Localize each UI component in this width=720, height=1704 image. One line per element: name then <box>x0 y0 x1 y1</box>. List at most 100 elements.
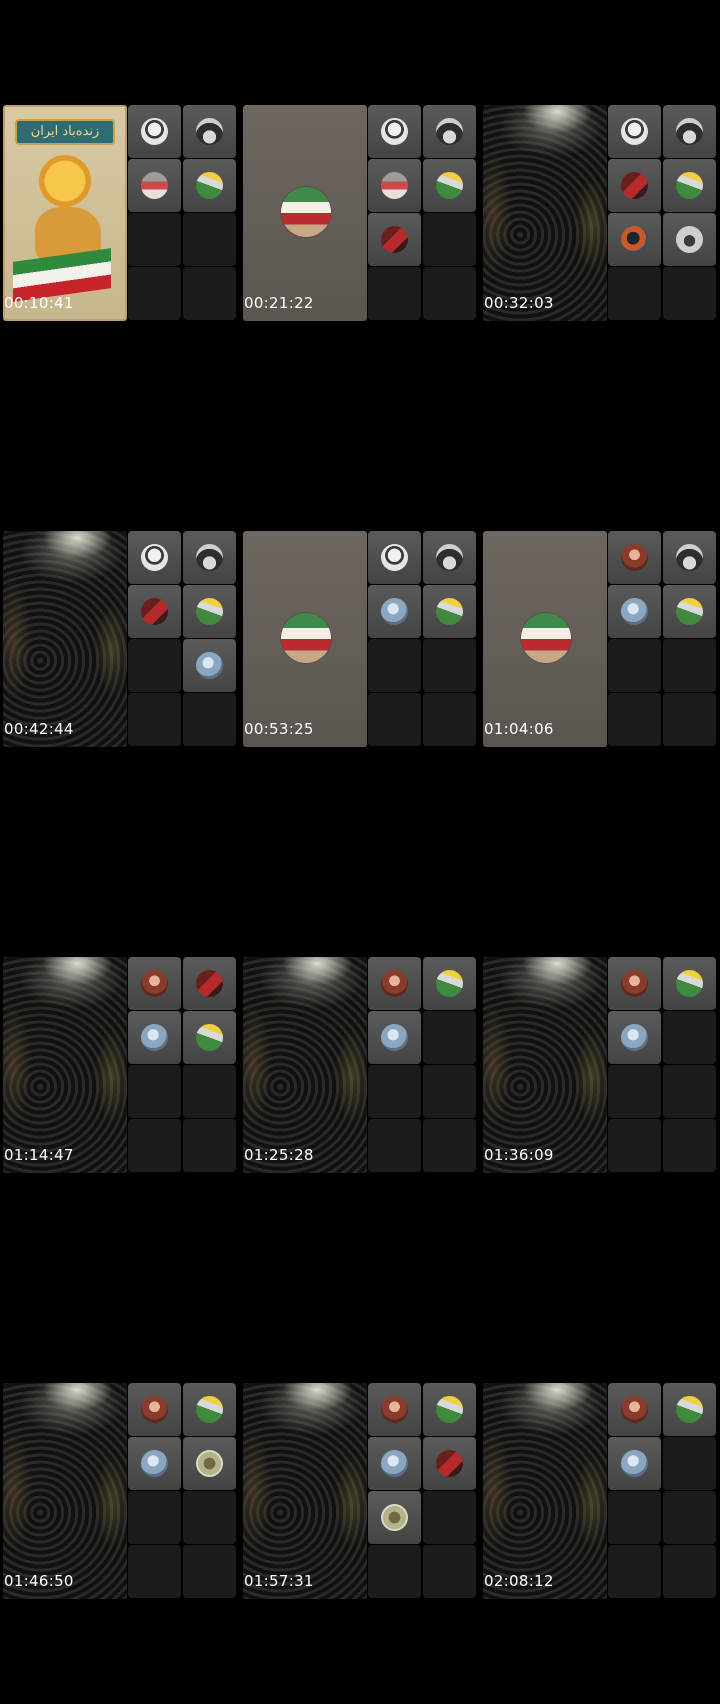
participant-tile[interactable] <box>128 531 181 584</box>
globe-avatar-icon <box>621 598 648 625</box>
participant-tile[interactable] <box>608 159 661 212</box>
timestamp-label: 00:53:25 <box>244 720 314 738</box>
participant-tile[interactable] <box>128 957 181 1010</box>
participant-tile[interactable] <box>368 1011 421 1064</box>
woman-sketch-avatar-icon <box>621 118 648 145</box>
main-video-flag-avatar <box>243 531 367 747</box>
participant-tile[interactable] <box>608 213 661 266</box>
frame-thumbnail[interactable]: 00:21:22 <box>240 0 480 426</box>
timestamp-label: 01:04:06 <box>484 720 554 738</box>
red-flag-avatar-icon <box>196 970 223 997</box>
globe-avatar-icon <box>621 1450 648 1477</box>
flag-avatar-icon <box>281 187 331 237</box>
woman-red-avatar-icon <box>141 1396 168 1423</box>
participant-tile[interactable] <box>663 957 716 1010</box>
empty-tile <box>128 213 181 266</box>
participant-tile[interactable] <box>128 159 181 212</box>
participant-tile[interactable] <box>423 585 476 638</box>
empty-tile <box>128 1065 181 1118</box>
participant-tile[interactable] <box>608 1011 661 1064</box>
participant-tile[interactable] <box>423 105 476 158</box>
participant-tile[interactable] <box>663 105 716 158</box>
participant-tile[interactable] <box>663 1383 716 1436</box>
participant-tile[interactable] <box>368 585 421 638</box>
empty-tile <box>368 1065 421 1118</box>
participant-tile[interactable] <box>608 531 661 584</box>
frame-thumbnail[interactable]: 01:04:06 <box>480 426 720 852</box>
participant-tile[interactable] <box>423 531 476 584</box>
empty-tile <box>183 1119 236 1172</box>
participant-tile[interactable] <box>183 957 236 1010</box>
frame-thumbnail[interactable]: 00:32:03 <box>480 0 720 426</box>
participant-tile[interactable] <box>183 639 236 692</box>
participant-tile[interactable] <box>183 531 236 584</box>
participant-tile[interactable] <box>663 213 716 266</box>
participant-tile[interactable] <box>368 1491 421 1544</box>
frame-thumbnail[interactable]: 00:53:25 <box>240 426 480 852</box>
participant-tile[interactable] <box>368 105 421 158</box>
empty-tile <box>368 1545 421 1598</box>
participant-tile[interactable] <box>183 1011 236 1064</box>
empty-tile <box>368 267 421 320</box>
participant-tile[interactable] <box>423 1383 476 1436</box>
frame-thumbnail[interactable]: 02:08:12 <box>480 1278 720 1704</box>
participant-tile[interactable] <box>608 1383 661 1436</box>
hat-avatar-icon <box>676 118 703 145</box>
woman-sketch-avatar-icon <box>141 544 168 571</box>
participant-tile[interactable] <box>663 585 716 638</box>
frame-thumbnail[interactable]: 00:42:44 <box>0 426 240 852</box>
participant-tile[interactable] <box>663 159 716 212</box>
participant-tile[interactable] <box>423 1437 476 1490</box>
frame-thumbnail[interactable]: 01:25:28 <box>240 852 480 1278</box>
participant-tile[interactable] <box>608 1437 661 1490</box>
empty-tile <box>183 267 236 320</box>
flag-green-avatar-icon <box>676 970 703 997</box>
frame-thumbnail[interactable]: 01:57:31 <box>240 1278 480 1704</box>
frame-thumbnail[interactable]: 01:14:47 <box>0 852 240 1278</box>
main-video-crowd <box>483 1383 607 1599</box>
empty-tile <box>608 267 661 320</box>
participant-tile[interactable] <box>368 531 421 584</box>
empty-tile <box>608 1491 661 1544</box>
participant-tile[interactable] <box>608 105 661 158</box>
timestamp-label: 00:32:03 <box>484 294 554 312</box>
empty-tile <box>423 1491 476 1544</box>
frame-thumbnail[interactable]: 01:36:09 <box>480 852 720 1278</box>
globe-avatar-icon <box>621 1024 648 1051</box>
participant-tile[interactable] <box>368 957 421 1010</box>
participant-tile[interactable] <box>128 1011 181 1064</box>
participant-tile[interactable] <box>368 213 421 266</box>
empty-tile <box>128 693 181 746</box>
participant-tile[interactable] <box>423 159 476 212</box>
empty-tile <box>663 1011 716 1064</box>
hat-avatar-icon <box>676 544 703 571</box>
frame-thumbnail[interactable]: 01:46:50 <box>0 1278 240 1704</box>
participant-tile[interactable] <box>423 957 476 1010</box>
participant-tile[interactable] <box>368 1437 421 1490</box>
woman-sketch-avatar-icon <box>381 544 408 571</box>
flag-green-avatar-icon <box>436 598 463 625</box>
timestamp-label: 01:36:09 <box>484 1146 554 1164</box>
red-flag-avatar-icon <box>621 172 648 199</box>
participant-tile[interactable] <box>128 105 181 158</box>
participant-tile[interactable] <box>128 1437 181 1490</box>
participant-tile[interactable] <box>183 1383 236 1436</box>
participant-tile[interactable] <box>608 957 661 1010</box>
participant-tile[interactable] <box>183 159 236 212</box>
main-video-crowd <box>243 957 367 1173</box>
woman-sketch-avatar-icon <box>141 118 168 145</box>
participant-tile[interactable] <box>128 585 181 638</box>
participant-tile[interactable] <box>183 105 236 158</box>
participant-tile[interactable] <box>183 585 236 638</box>
participant-tile[interactable] <box>663 531 716 584</box>
frame-thumbnail[interactable]: زنده‌باد ایران 00:10:41 <box>0 0 240 426</box>
participant-tile[interactable] <box>128 1383 181 1436</box>
participant-tile[interactable] <box>608 585 661 638</box>
flag-green-avatar-icon <box>196 1396 223 1423</box>
participant-tile[interactable] <box>368 1383 421 1436</box>
participant-tile[interactable] <box>368 159 421 212</box>
participant-tile[interactable] <box>183 1437 236 1490</box>
red-flag-avatar-icon <box>141 598 168 625</box>
empty-tile <box>423 639 476 692</box>
flag-green-avatar-icon <box>436 172 463 199</box>
